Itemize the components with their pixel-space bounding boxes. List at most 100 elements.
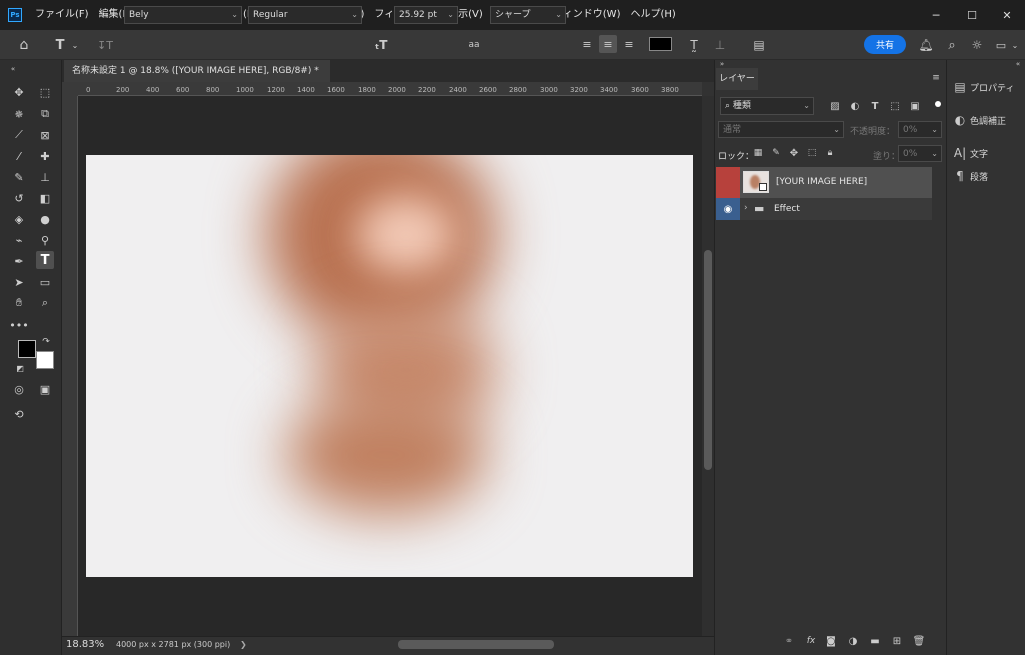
type-tool-preset-icon[interactable]: T — [50, 36, 70, 54]
document-canvas[interactable] — [86, 155, 693, 577]
search-icon[interactable]: ⌕ — [944, 36, 960, 54]
eyedropper-tool-icon[interactable]: ⁄ — [10, 147, 28, 165]
history-brush-tool-icon[interactable]: ↺ — [10, 189, 28, 207]
blend-mode-select[interactable]: 通常 ⌄ — [718, 121, 844, 138]
warp-text-icon[interactable]: T̰ — [685, 36, 703, 54]
layers-tab[interactable]: レイヤー — [716, 68, 758, 90]
fx-icon[interactable]: fx — [804, 634, 818, 648]
chevron-down-icon[interactable]: ⌄ — [70, 36, 80, 54]
add-mask-icon[interactable]: ◙ — [824, 634, 838, 648]
panel-menu-icon[interactable]: ≡ — [930, 72, 942, 84]
maximize-button[interactable]: ☐ — [955, 0, 989, 30]
paragraph-panel-button[interactable]: ¶ 段落 — [950, 166, 1022, 186]
properties-panel-button[interactable]: ▤ プロパティ — [950, 77, 1022, 97]
font-size-select[interactable]: 25.92 pt ⌄ — [394, 6, 458, 24]
status-info-arrow-icon[interactable]: ❯ — [240, 640, 247, 649]
bell-icon[interactable]: 🔔︎ — [918, 36, 934, 54]
frame-tool-icon[interactable]: ⊠ — [36, 126, 54, 144]
background-color-swatch[interactable] — [36, 351, 54, 369]
link-layers-icon[interactable]: ⚭ — [782, 634, 796, 648]
layer-row-image[interactable]: [YOUR IMAGE HERE] — [716, 167, 932, 198]
filter-type-icon[interactable]: T — [868, 99, 882, 113]
lock-transparent-icon[interactable]: ▦ — [752, 147, 764, 159]
more-tools-icon[interactable]: ••• — [9, 316, 28, 334]
text-orientation-icon[interactable]: ↧T — [96, 36, 114, 54]
path-select-tool-icon[interactable]: ➤ — [10, 273, 28, 291]
lock-artboard-icon[interactable]: ⬚ — [806, 147, 818, 159]
foreground-color-swatch[interactable] — [18, 340, 36, 358]
layer-name[interactable]: [YOUR IMAGE HERE] — [776, 177, 867, 187]
collapse-panel-icon[interactable]: » — [716, 60, 728, 68]
horizontal-scroll-thumb[interactable] — [398, 640, 554, 649]
brush-tool-icon[interactable]: ✎ — [10, 168, 28, 186]
rectangle-tool-icon[interactable]: ▭ — [36, 273, 54, 291]
eye-icon[interactable]: ◉ — [716, 198, 740, 220]
lock-pixels-icon[interactable]: ✎ — [770, 147, 782, 159]
visibility-toggle-hidden[interactable] — [716, 167, 740, 198]
fill-field[interactable]: 0% ⌄ — [898, 145, 942, 162]
expand-dock-icon[interactable]: « — [1012, 60, 1024, 68]
minimize-button[interactable]: ─ — [919, 0, 953, 30]
collapse-toolbar-icon[interactable]: « — [4, 60, 22, 78]
zoom-level[interactable]: 18.83% — [66, 639, 104, 650]
vertical-ruler[interactable] — [62, 96, 78, 636]
zoom-tool-icon[interactable]: ⌕ — [36, 294, 54, 312]
opacity-field[interactable]: 0% ⌄ — [898, 121, 942, 138]
crop-tool-icon[interactable]: ⟋ — [10, 126, 28, 144]
menu-file[interactable]: ファイル(F) — [30, 0, 94, 30]
vertical-scroll-thumb[interactable] — [704, 250, 712, 470]
pen-tool-icon[interactable]: ✒ — [10, 252, 28, 270]
eraser-tool-icon[interactable]: ◧ — [36, 189, 54, 207]
ruler-origin[interactable] — [62, 82, 78, 96]
align-left-icon[interactable]: ≡ — [579, 36, 595, 52]
text-color-swatch[interactable] — [649, 37, 672, 51]
3d-text-icon[interactable]: ⊥ — [711, 36, 729, 54]
workspace-chevron-icon[interactable]: ⌄ — [1010, 36, 1020, 54]
paint-bucket-tool-icon[interactable]: ◈ — [10, 210, 28, 228]
screen-mode-icon[interactable]: ▣ — [36, 380, 54, 398]
document-tab[interactable]: 名称未設定 1 @ 18.8% ([YOUR IMAGE HERE], RGB/… — [64, 60, 330, 98]
blur-tool-icon[interactable]: ● — [36, 210, 54, 228]
adjustments-panel-button[interactable]: ◐ 色調補正 — [950, 110, 1022, 130]
align-center-icon[interactable]: ≡ — [599, 35, 617, 53]
character-panel-button[interactable]: A| 文字 — [950, 143, 1022, 163]
layer-row-effect-group[interactable]: ◉ › ▬ Effect — [716, 198, 932, 220]
dodge-tool-icon[interactable]: ⌁ — [10, 231, 28, 249]
discover-icon[interactable]: ☼ — [969, 36, 985, 54]
home-icon[interactable]: ⌂ — [14, 36, 34, 54]
filter-smart-object-icon[interactable]: ▣ — [908, 99, 922, 113]
lock-position-icon[interactable]: ✥ — [788, 147, 800, 159]
hand-tool-icon[interactable]: ✋︎ — [10, 294, 28, 312]
font-style-select[interactable]: Regular ⌄ — [248, 6, 362, 24]
object-select-tool-icon[interactable]: ⧉ — [36, 105, 54, 123]
zoom-lens-tool-icon[interactable]: ⚲ — [36, 231, 54, 249]
trash-icon[interactable]: 🗑︎ — [912, 634, 926, 648]
font-family-select[interactable]: Bely ⌄ — [124, 6, 242, 24]
filter-toggle-icon[interactable] — [935, 101, 941, 107]
quick-mask-icon[interactable]: ◎ — [10, 380, 28, 398]
lock-all-icon[interactable]: 🔒︎ — [824, 147, 836, 159]
character-panel-icon[interactable]: ▤ — [750, 36, 768, 54]
default-colors-icon[interactable]: ◩ — [14, 362, 26, 374]
menu-help[interactable]: ヘルプ(H) — [625, 0, 680, 30]
artboard-icon[interactable]: ⟲ — [10, 405, 28, 423]
expand-group-chevron-icon[interactable]: › — [744, 203, 748, 213]
filter-adjustment-icon[interactable]: ◐ — [848, 99, 862, 113]
workspace-icon[interactable]: ▭ — [994, 36, 1008, 54]
new-layer-icon[interactable]: ⊞ — [890, 634, 904, 648]
new-adjustment-icon[interactable]: ◑ — [846, 634, 860, 648]
swap-colors-icon[interactable]: ↷ — [40, 336, 52, 348]
share-button[interactable]: 共有 — [864, 35, 906, 54]
marquee-tool-icon[interactable]: ⬚ — [36, 83, 54, 101]
type-tool-icon[interactable]: T — [36, 251, 54, 269]
horizontal-ruler[interactable]: 0 200 400 600 800 1000 1200 1400 1600 18… — [78, 82, 702, 96]
filter-shape-icon[interactable]: ⬚ — [888, 99, 902, 113]
close-window-button[interactable]: ✕ — [990, 0, 1024, 30]
healing-brush-tool-icon[interactable]: ✚ — [36, 147, 54, 165]
new-group-icon[interactable]: ▬ — [868, 634, 882, 648]
quick-select-tool-icon[interactable]: ✵ — [10, 105, 28, 123]
clone-stamp-tool-icon[interactable]: ⊥ — [36, 168, 54, 186]
antialias-select[interactable]: シャープ ⌄ — [490, 6, 566, 24]
filter-pixel-icon[interactable]: ▨ — [828, 99, 842, 113]
layer-filter-select[interactable]: ⌕ 種類 ⌄ — [720, 97, 814, 115]
